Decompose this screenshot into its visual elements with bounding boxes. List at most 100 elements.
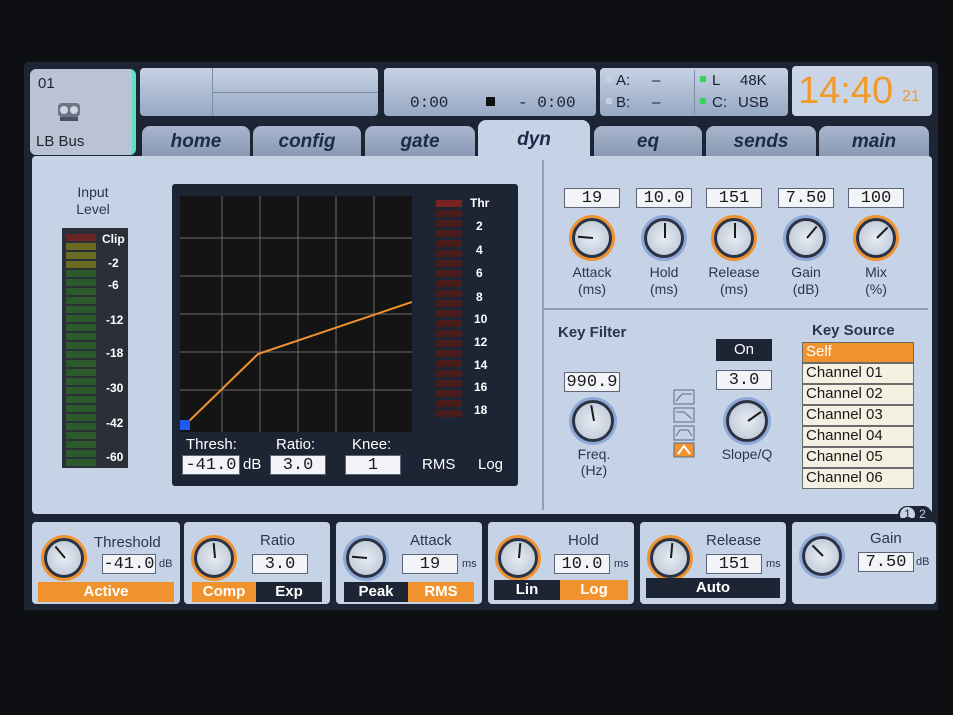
slope-knob[interactable]: [726, 400, 768, 442]
param-mix-label: Mix: [865, 264, 887, 280]
bottom-release: Release 151 ms Auto: [640, 522, 786, 604]
tab-home[interactable]: home: [142, 126, 250, 158]
meter-segment: [66, 279, 96, 286]
gr-segment: [436, 360, 462, 367]
param-release-label: Release: [708, 264, 760, 280]
gr-segment: [436, 200, 462, 207]
knee-value[interactable]: 1: [345, 455, 401, 475]
key-filter-freq-knob[interactable]: [572, 400, 614, 442]
key-source-list: Self Channel 01 Channel 02 Channel 03 Channe…: [802, 342, 914, 489]
release-bottom-knob[interactable]: [650, 538, 690, 578]
meter-label-6: -6: [108, 278, 119, 292]
key-source-item[interactable]: Channel 04: [802, 426, 914, 447]
slope-value[interactable]: 3.0: [716, 370, 772, 390]
param-gain-value[interactable]: 7.50: [778, 188, 834, 208]
param-release-unit: (ms): [720, 281, 748, 297]
gr-label-6: 6: [476, 266, 483, 280]
meter-label-2: -2: [108, 256, 119, 270]
param-hold-unit: (ms): [650, 281, 678, 297]
tab-dyn[interactable]: dyn: [478, 120, 590, 160]
tab-gate[interactable]: gate: [365, 126, 475, 158]
knee-label: Knee:: [352, 436, 392, 453]
gr-label-4: 4: [476, 243, 483, 257]
meter-segment: [66, 459, 96, 466]
meter-segment: [66, 369, 96, 376]
threshold-active-button[interactable]: Active: [38, 582, 174, 602]
meter-label-30: -30: [106, 381, 124, 395]
hold-bottom-value[interactable]: 10.0: [554, 554, 610, 574]
bottom-gain: Gain 7.50 dB: [792, 522, 936, 604]
key-source-item[interactable]: Channel 02: [802, 384, 914, 405]
hold-log-button[interactable]: Log: [560, 580, 628, 600]
meter-segment: [66, 261, 96, 268]
tab-main[interactable]: main: [819, 126, 929, 158]
channel-selector[interactable]: 01 LB Bus: [30, 69, 136, 155]
key-source-item[interactable]: Channel 01: [802, 363, 914, 384]
log-label[interactable]: Log: [478, 456, 503, 473]
meter-segment: [66, 396, 96, 403]
ratio-comp-button[interactable]: Comp: [192, 582, 256, 602]
ratio-label: Ratio:: [276, 436, 316, 453]
clock: 14:40 21: [792, 66, 932, 116]
gain-bottom-knob[interactable]: [802, 536, 842, 576]
ratio-bottom-value[interactable]: 3.0: [252, 554, 308, 574]
ratio-exp-button[interactable]: Exp: [256, 582, 322, 602]
key-filter-freq-value[interactable]: 990.9: [564, 372, 620, 392]
rms-label[interactable]: RMS: [422, 456, 455, 473]
meter-segment: [66, 405, 96, 412]
gain-bottom-label: Gain: [870, 530, 902, 547]
key-filter-on-button[interactable]: On: [716, 339, 772, 361]
meter-segment: [66, 306, 96, 313]
param-gain-unit: (dB): [792, 281, 820, 297]
key-source-item[interactable]: Channel 06: [802, 468, 914, 489]
tab-sends[interactable]: sends: [706, 126, 816, 158]
tab-config[interactable]: config: [253, 126, 361, 158]
meter-segment: [66, 324, 96, 331]
param-mix-knob[interactable]: [856, 218, 896, 258]
meter-segment: [66, 378, 96, 385]
release-bottom-value[interactable]: 151: [706, 554, 762, 574]
param-attack-knob[interactable]: [572, 218, 612, 258]
threshold-knob[interactable]: [44, 538, 84, 578]
param-hold-value[interactable]: 10.0: [636, 188, 692, 208]
attack-bottom-knob[interactable]: [346, 538, 386, 578]
ratio-bottom-label: Ratio: [260, 532, 296, 549]
param-hold-knob[interactable]: [644, 218, 684, 258]
key-source-item[interactable]: Channel 03: [802, 405, 914, 426]
stop-icon[interactable]: [486, 97, 495, 106]
release-auto-button[interactable]: Auto: [646, 578, 780, 598]
param-attack-label: Attack: [572, 264, 612, 280]
filter-type-icons[interactable]: [672, 388, 698, 460]
param-gain-knob[interactable]: [786, 218, 826, 258]
hold-bottom-unit: ms: [614, 558, 629, 570]
thresh-label: Thresh:: [186, 436, 237, 453]
attack-bottom-value[interactable]: 19: [402, 554, 458, 574]
meter-label-18: -18: [106, 346, 124, 360]
io-b-indicator: [606, 98, 612, 104]
ratio-knob[interactable]: [194, 538, 234, 578]
param-release-knob[interactable]: [714, 218, 754, 258]
ratio-value[interactable]: 3.0: [270, 455, 326, 475]
tab-eq[interactable]: eq: [594, 126, 702, 158]
attack-peak-button[interactable]: Peak: [344, 582, 408, 602]
io-l-indicator: [700, 76, 706, 82]
gr-segment: [436, 250, 462, 257]
key-source-item[interactable]: Channel 05: [802, 447, 914, 468]
bottom-threshold: Threshold -41.0 dB Active: [32, 522, 180, 604]
time-elapsed: 0:00: [410, 94, 449, 112]
hold-lin-button[interactable]: Lin: [494, 580, 560, 600]
param-attack-value[interactable]: 19: [564, 188, 620, 208]
gain-bottom-value[interactable]: 7.50: [858, 552, 914, 572]
param-release-value[interactable]: 151: [706, 188, 762, 208]
attack-rms-button[interactable]: RMS: [408, 582, 474, 602]
threshold-value[interactable]: -41.0: [102, 554, 156, 574]
hold-bottom-knob[interactable]: [498, 538, 538, 578]
meter-segment: [66, 351, 96, 358]
key-source-item[interactable]: Self: [802, 342, 914, 363]
param-mix-value[interactable]: 100: [848, 188, 904, 208]
transfer-curve-graph[interactable]: [180, 196, 412, 432]
gr-segment: [436, 220, 462, 227]
gr-segment: [436, 300, 462, 307]
thresh-value[interactable]: -41.0: [182, 455, 240, 475]
gr-segment: [436, 380, 462, 387]
